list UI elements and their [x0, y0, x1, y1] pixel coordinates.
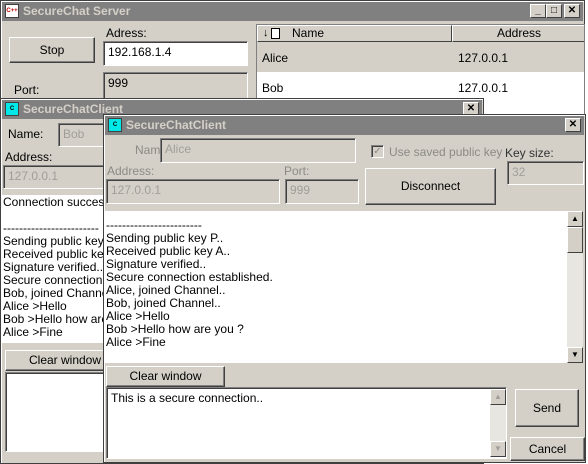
app-icon: C [108, 118, 122, 132]
maximize-icon: □ [550, 5, 558, 16]
close-button[interactable]: ✕ [565, 118, 581, 132]
client-alice-message-input[interactable]: This is a secure connection.. ▲ ▼ [106, 387, 507, 459]
client-alice-port-label: Port: [284, 164, 310, 178]
message-text: This is a secure connection.. [111, 391, 264, 405]
arrow-up-icon: ▲ [571, 214, 579, 223]
log-line: Connection successful [3, 195, 112, 209]
server-address-label: Adress: [106, 26, 147, 40]
scroll-up-button[interactable]: ▲ [490, 389, 506, 405]
scroll-down-button[interactable]: ▼ [567, 347, 583, 363]
client-bob-log: Connection successful ------------------… [2, 195, 112, 343]
arrow-down-icon: ▼ [494, 444, 502, 453]
column-header-address[interactable]: Address [452, 25, 584, 42]
server-title: SecureChat Server [23, 4, 131, 18]
stop-button[interactable]: Stop [9, 37, 95, 63]
close-icon: ✕ [466, 103, 476, 114]
key-size-label: Key size: [505, 146, 554, 160]
column-header-name-label: Name [292, 26, 325, 40]
close-button[interactable]: ✕ [564, 4, 580, 18]
client-alice-address-field[interactable]: 127.0.0.1 [106, 179, 280, 204]
checkmark-icon: ✓ [373, 146, 382, 157]
sort-down-icon: ↓ [263, 27, 269, 39]
close-icon: ✕ [567, 5, 577, 16]
close-icon: ✕ [568, 119, 578, 130]
client-alice-titlebar[interactable]: C SecureChatClient ✕ [105, 116, 584, 135]
client-alice-port-field[interactable]: 999 [285, 179, 359, 204]
client-bob-message-input[interactable] [5, 372, 105, 452]
server-titlebar[interactable]: C++ SecureChat Server _ □ ✕ [2, 2, 583, 21]
log-scrollbar[interactable]: ▲ ▼ [567, 211, 583, 363]
column-header-name[interactable]: ↓ Name [257, 25, 452, 42]
send-button[interactable]: Send [515, 389, 579, 427]
client-alice-title: SecureChatClient [126, 118, 227, 132]
use-saved-key-checkbox[interactable]: ✓ [371, 145, 384, 158]
cancel-button[interactable]: Cancel [510, 437, 585, 461]
key-size-field[interactable]: 32 [507, 161, 584, 185]
table-header: ↓ Name Address [257, 25, 584, 42]
client-alice-clear-button[interactable]: Clear window [106, 366, 225, 387]
minimize-icon: _ [535, 5, 541, 16]
arrow-down-icon: ▼ [571, 350, 579, 359]
app-icon: C++ [5, 4, 19, 18]
scroll-down-button[interactable]: ▼ [490, 441, 506, 457]
log-line: Bob >Hello how are you ? [106, 322, 244, 336]
client-bob-name-label: Name: [8, 127, 44, 141]
server-port-field[interactable]: 999 [103, 72, 248, 99]
server-address-field[interactable]: 192.168.1.4 [103, 41, 248, 66]
table-cell-name: Bob [262, 81, 284, 95]
client-alice-log: ------------------------ Sending public … [104, 211, 567, 363]
client-alice-address-label: Address: [107, 164, 155, 178]
table-cell-address: 127.0.0.1 [458, 81, 509, 95]
table-row[interactable]: Alice 127.0.0.1 [257, 42, 584, 72]
client-window-alice: C SecureChatClient ✕ Name: Alice ✓ Use s… [103, 114, 586, 463]
document-icon [271, 28, 280, 39]
log-line: Alice >Fine [106, 335, 166, 349]
scroll-thumb[interactable] [567, 227, 583, 253]
app-icon: C [5, 102, 19, 116]
table-cell-name: Alice [262, 51, 289, 65]
client-bob-address-field[interactable]: 127.0.0.1 [3, 165, 113, 189]
disconnect-button[interactable]: Disconnect [365, 168, 496, 205]
log-line: Alice >Fine [3, 325, 63, 339]
table-cell-address: 127.0.0.1 [458, 51, 509, 65]
use-saved-key-label: Use saved public key [389, 145, 503, 159]
log-line: Bob, joined Channel.. [106, 296, 221, 310]
scroll-up-button[interactable]: ▲ [567, 211, 583, 227]
client-bob-address-label: Address: [5, 150, 53, 164]
client-alice-name-field[interactable]: Alice [160, 138, 356, 163]
maximize-button[interactable]: □ [546, 4, 562, 18]
arrow-up-icon: ▲ [494, 392, 502, 401]
server-port-label: Port: [14, 83, 40, 97]
minimize-button[interactable]: _ [530, 4, 546, 18]
message-scrollbar[interactable]: ▲ ▼ [490, 389, 506, 457]
